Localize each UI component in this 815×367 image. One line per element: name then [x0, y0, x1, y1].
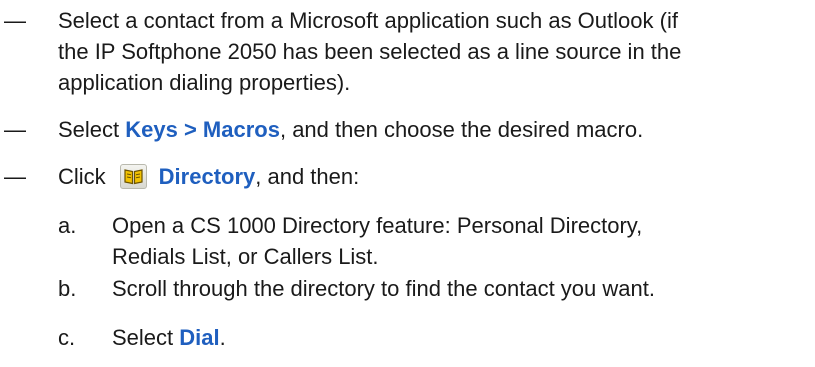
bullet-dash: — [4, 164, 26, 189]
bullet-prefix: Select [58, 117, 126, 142]
document-page: — Select a contact from a Microsoft appl… [0, 0, 815, 367]
step-suffix: . [219, 325, 226, 350]
step-letter: c. [58, 325, 76, 350]
bullet-text-line: the IP Softphone 2050 has been selected … [58, 39, 682, 64]
step-text: Select Dial. [112, 322, 226, 353]
bullet-text-line: application dialing properties). [58, 70, 351, 95]
bullet-dash: — [4, 8, 26, 33]
step-prefix: Select [112, 325, 180, 350]
dial-label: Dial [179, 325, 220, 350]
directory-book-icon [119, 164, 147, 189]
step-text-line: Scroll through the directory to find the… [112, 276, 655, 301]
directory-label: Directory [158, 164, 256, 189]
bullet-suffix: , and then choose the desired macro. [279, 117, 644, 142]
step-text-line: Redials List, or Callers List. [112, 244, 379, 269]
bullet-suffix: , and then: [255, 164, 360, 189]
bullet-dash: — [4, 117, 26, 142]
step-text-line: Open a CS 1000 Directory feature: Person… [112, 213, 643, 238]
keys-macros-menu-path: Keys > Macros [125, 117, 280, 142]
step-letter: a. [58, 213, 77, 238]
bullet-text-line: Select a contact from a Microsoft applic… [58, 8, 678, 33]
bullet-prefix: Click [58, 164, 106, 189]
bullet-text: Select Keys > Macros, and then choose th… [58, 114, 643, 145]
bullet-text: Click Directory, and then: [58, 161, 359, 192]
step-letter: b. [58, 276, 77, 301]
